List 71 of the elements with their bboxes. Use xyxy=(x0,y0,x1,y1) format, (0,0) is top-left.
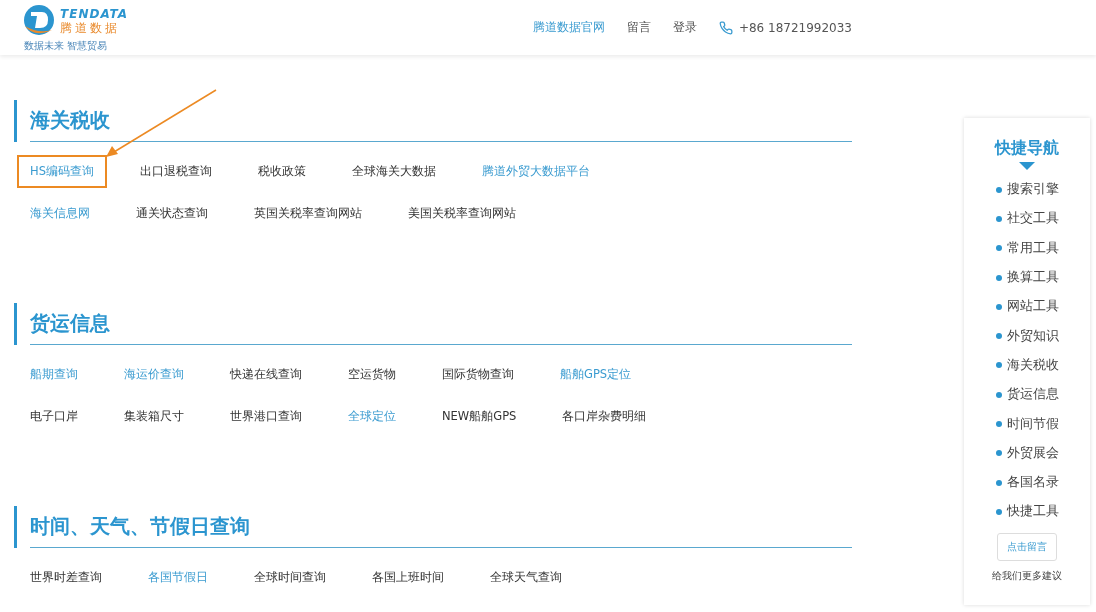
quick-nav-label: 外贸展会 xyxy=(1006,444,1059,462)
quick-nav-label: 货运信息 xyxy=(1006,386,1059,404)
logo-chinese-name: 腾道数据 xyxy=(60,22,121,34)
quick-nav-label: 社交工具 xyxy=(1006,210,1059,228)
quick-nav-label: 快捷工具 xyxy=(1006,503,1059,521)
logo-wordmark: TENDATA xyxy=(60,8,129,20)
section-title: 海关税收 xyxy=(30,107,110,134)
section-title: 时间、天气、节假日查询 xyxy=(30,513,250,540)
resource-link[interactable]: 空运货物 xyxy=(335,357,409,391)
quick-nav-label: 网站工具 xyxy=(1006,298,1059,316)
bullet-icon xyxy=(995,362,1002,369)
quick-nav-item[interactable]: 搜索引擎 xyxy=(995,175,1059,205)
quick-nav-label: 时间节假 xyxy=(1006,415,1059,433)
bullet-icon xyxy=(995,508,1002,515)
quick-nav-label: 常用工具 xyxy=(1006,239,1059,257)
triangle-icon xyxy=(1019,162,1035,170)
resource-link[interactable]: 全球海关大数据 xyxy=(338,154,449,188)
bullet-icon xyxy=(995,333,1002,340)
quick-nav-label: 海关税收 xyxy=(1006,356,1059,374)
quick-nav-item[interactable]: 常用工具 xyxy=(995,233,1059,263)
quick-nav-title: 快捷导航 xyxy=(995,138,1059,159)
resource-link[interactable]: 税收政策 xyxy=(244,154,319,188)
suggestion-note: 给我们更多建议 xyxy=(992,569,1062,583)
quick-nav-item[interactable]: 外贸展会 xyxy=(995,438,1059,468)
resource-link[interactable]: 电子口岸 xyxy=(17,399,91,433)
section-accent-bar xyxy=(14,100,17,142)
quick-nav-item[interactable]: 外贸知识 xyxy=(995,321,1059,351)
bullet-icon xyxy=(995,450,1002,457)
logo-tagline: 数据未来 智慧贸易 xyxy=(23,41,109,51)
section-accent-bar xyxy=(14,506,17,548)
resource-link[interactable]: 各国上班时间 xyxy=(359,560,457,594)
bullet-icon xyxy=(995,245,1002,252)
quick-nav-label: 各国名录 xyxy=(1006,474,1059,492)
resource-link[interactable]: 世界港口查询 xyxy=(217,399,315,433)
bullet-icon xyxy=(995,215,1002,222)
resource-link[interactable]: 全球天气查询 xyxy=(477,560,575,594)
resource-link[interactable]: 世界时差查询 xyxy=(17,560,115,594)
resource-link[interactable]: NEW船舶GPS xyxy=(429,399,530,433)
resource-link[interactable]: 国际货物查询 xyxy=(429,357,527,391)
bullet-icon xyxy=(995,479,1002,486)
quick-nav-item[interactable]: 时间节假 xyxy=(995,409,1059,439)
bullet-icon xyxy=(995,303,1002,310)
bullet-icon xyxy=(995,186,1002,193)
section-accent-bar xyxy=(14,303,17,345)
resource-link[interactable]: 通关状态查询 xyxy=(123,196,221,230)
bullet-icon xyxy=(995,274,1002,281)
quick-nav-item[interactable]: 网站工具 xyxy=(995,292,1059,322)
quick-nav-item[interactable]: 海关税收 xyxy=(995,350,1059,381)
quick-nav-label: 搜索引擎 xyxy=(1006,181,1059,199)
nav-link[interactable]: 留言 xyxy=(626,19,651,36)
quick-nav-item[interactable]: 货运信息 xyxy=(995,380,1059,410)
resource-link[interactable]: 美国关税率查询网站 xyxy=(395,196,529,230)
quick-nav-item[interactable]: 快捷工具 xyxy=(995,497,1059,527)
quick-nav-item[interactable]: 换算工具 xyxy=(995,262,1059,293)
quick-nav-item[interactable]: 社交工具 xyxy=(995,204,1059,234)
logo-icon xyxy=(22,4,56,38)
bullet-icon xyxy=(995,421,1002,427)
resource-link[interactable]: 全球时间查询 xyxy=(241,560,339,594)
section-title: 货运信息 xyxy=(30,310,110,337)
resource-link[interactable]: 各口岸杂费明细 xyxy=(549,399,660,433)
quick-nav-label: 外贸知识 xyxy=(1006,327,1059,345)
phone-icon xyxy=(718,20,733,35)
resource-link[interactable]: 集装箱尺寸 xyxy=(111,399,197,433)
bullet-icon xyxy=(995,391,1002,398)
resource-link[interactable]: 快递在线查询 xyxy=(217,357,315,391)
resource-link[interactable]: 英国关税率查询网站 xyxy=(241,196,375,230)
phone-number: +86 18721992033 xyxy=(738,20,852,35)
quick-nav-label: 换算工具 xyxy=(1006,269,1059,287)
resource-link[interactable]: 出口退税查询 xyxy=(126,154,225,188)
quick-nav-item[interactable]: 各国名录 xyxy=(995,467,1059,498)
nav-link[interactable]: 登录 xyxy=(672,19,697,36)
